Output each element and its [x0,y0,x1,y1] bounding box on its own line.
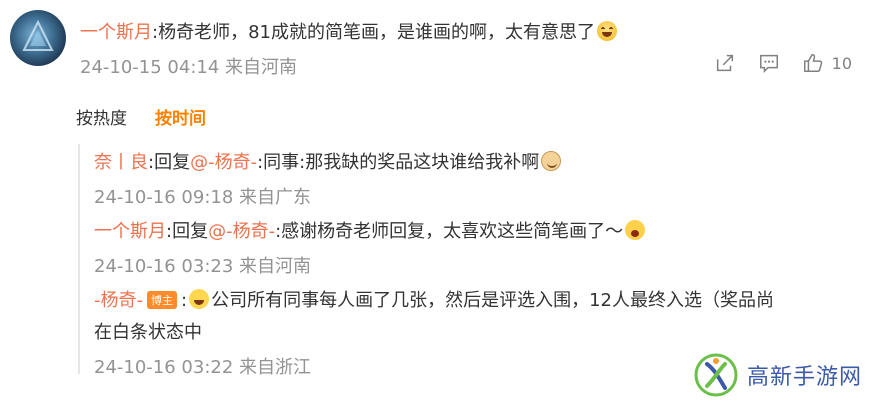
reply-username[interactable]: -杨奇- [94,290,143,311]
reply-mention[interactable]: @-杨奇- [190,152,257,173]
reply-location: 来自河南 [239,256,312,277]
share-button[interactable] [714,52,736,74]
reply-username[interactable]: 一个斯月 [94,221,166,242]
reply-text: 公司所有同事每人画了几张，然后是评选入围，12人最终入选（奖品尚 [211,290,774,311]
tab-sort-time[interactable]: 按时间 [155,104,206,129]
tab-sort-hot[interactable]: 按热度 [76,104,127,129]
share-icon [716,54,733,72]
reply-mention[interactable]: @-杨奇- [208,221,275,242]
comment-username[interactable]: 一个斯月 [80,22,152,43]
reply-icon [759,54,778,74]
comment-time: 24-10-15 04:14 [80,57,220,78]
reply-meta: 24-10-16 03:23 来自河南 [94,252,311,278]
reply-location: 来自浙江 [239,357,312,378]
sort-tabs: 按热度 按时间 [76,104,206,129]
reply-list: 奈丨良:回复@-杨奇-:同事:那我缺的奖品这块谁给我补啊 24-10-16 09… [78,144,858,378]
reply-word: :回复 [148,152,191,173]
reply-time: 24-10-16 03:22 [94,357,234,378]
watermark-logo-icon [694,353,738,397]
reply-meta: 24-10-16 03:22 来自浙江 [94,353,311,379]
avatar[interactable] [10,10,66,66]
scared-emoji-icon [625,220,646,240]
reply-time: 24-10-16 03:23 [94,256,234,277]
list-item: 一个斯月:回复@-杨奇-:感谢杨奇老师回复，太喜欢这些简笔画了～ [94,217,646,243]
main-comment: 一个斯月:杨奇老师，81成就的简笔画，是谁画的啊，太有意思了 [80,18,617,44]
like-icon [803,54,822,72]
reply-text-line2: 在白条状态中 [94,322,202,343]
reply-button[interactable] [758,52,780,74]
reply-meta: 24-10-16 09:18 来自广东 [94,183,311,209]
like-button[interactable]: 10 [802,52,852,74]
comment-location: 来自河南 [225,57,298,78]
reply-text: :同事:那我缺的奖品这块谁给我补啊 [257,152,540,173]
watermark: 高新手游网 [693,352,862,398]
reply-text: :感谢杨奇老师回复，太喜欢这些简笔画了～ [275,221,624,242]
avatar-image [22,19,54,51]
reply-word: :回复 [166,221,209,242]
reply-time: 24-10-16 09:18 [94,187,234,208]
reply-location: 来自广东 [239,187,312,208]
watermark-text: 高新手游网 [746,365,862,390]
reply-text-continued: 在白条状态中 [94,318,202,344]
reply-username[interactable]: 奈丨良 [94,152,148,173]
list-item: 奈丨良:回复@-杨奇-:同事:那我缺的奖品这块谁给我补啊 [94,148,562,174]
like-count: 10 [831,53,852,73]
comment-text: :杨奇老师，81成就的简笔画，是谁画的啊，太有意思了 [152,22,595,43]
dog-emoji-icon [541,151,562,171]
author-badge: 博主 [147,291,177,309]
comment-actions: 10 [714,52,852,74]
list-item: -杨奇- 博主: 公司所有同事每人画了几张，然后是评选入围，12人最终入选（奖品尚 [94,289,774,311]
hehe-emoji-icon [189,289,210,309]
laugh-emoji-icon [596,21,617,41]
comment-meta: 24-10-15 04:14 来自河南 [80,53,297,79]
